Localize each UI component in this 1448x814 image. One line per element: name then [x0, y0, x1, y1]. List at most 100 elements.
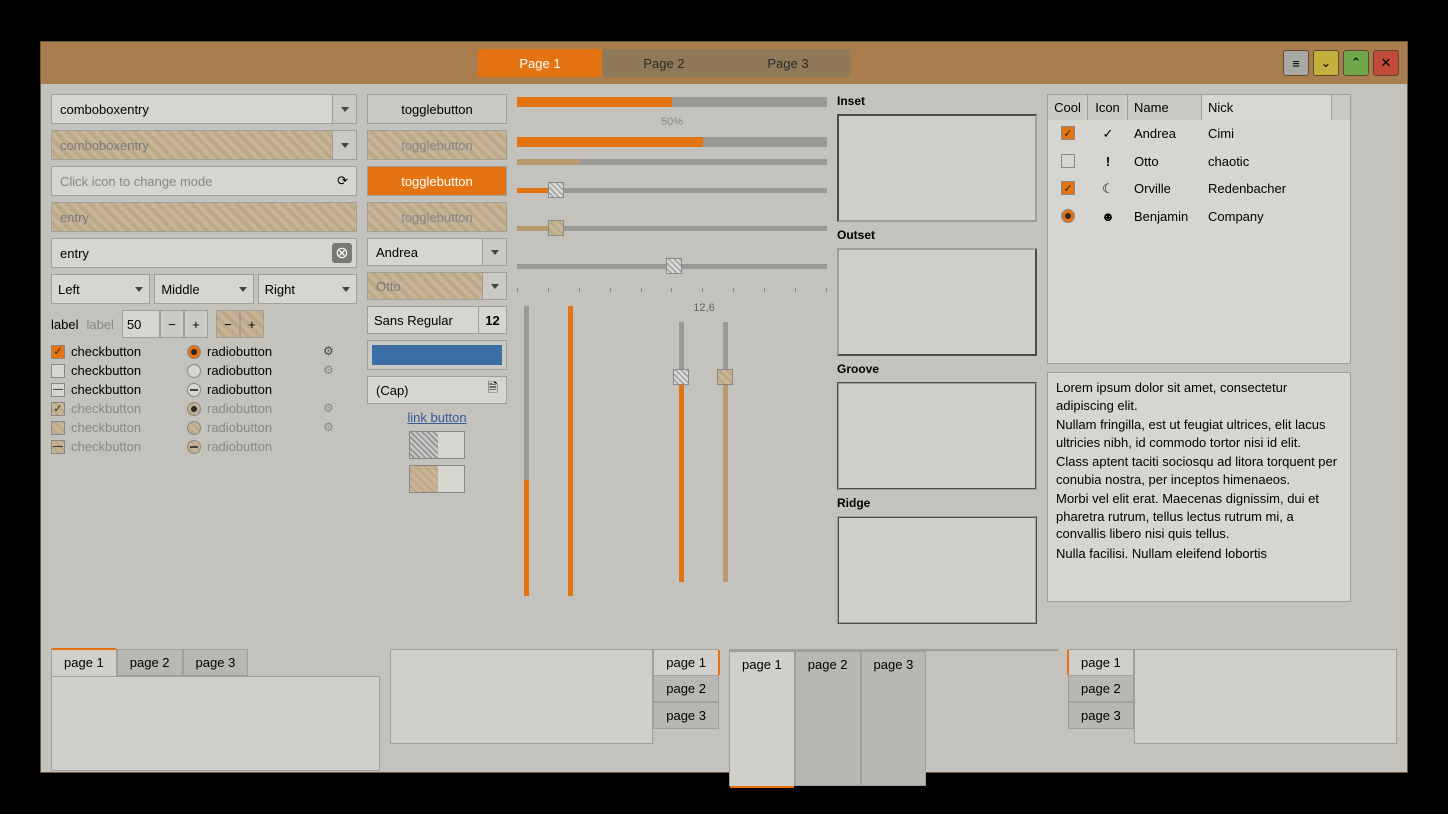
switch-off[interactable]	[409, 431, 465, 459]
column-nick[interactable]: Nick	[1202, 95, 1332, 120]
checkbutton-unchecked[interactable]: checkbutton	[51, 363, 181, 378]
vslider-1[interactable]	[517, 306, 537, 596]
table-row[interactable]: ☾ Orville Redenbacher	[1048, 175, 1350, 203]
dropdown-arrow-icon[interactable]	[482, 239, 506, 265]
combobox-andrea[interactable]: Andrea	[367, 238, 507, 266]
segment-middle[interactable]: Middle	[154, 274, 253, 304]
minimize-button[interactable]: ⌄	[1313, 50, 1339, 76]
main-window: Page 1 Page 2 Page 3 ≡ ⌄ ⌃ ✕ comboboxent…	[40, 41, 1408, 773]
table-row[interactable]: ☻ Benjamin Company	[1048, 203, 1350, 230]
entry-clearable[interactable]: entry ⊗	[51, 238, 357, 268]
table-header: Cool Icon Name Nick	[1048, 95, 1350, 120]
chevron-down-icon	[135, 287, 143, 292]
text-view[interactable]: Lorem ipsum dolor sit amet, consectetur …	[1047, 372, 1351, 602]
scale-value-label: 12,6	[684, 302, 724, 314]
close-button[interactable]: ✕	[1373, 50, 1399, 76]
combobox-entry-1[interactable]: comboboxentry	[51, 94, 357, 124]
table-row[interactable]: ! Otto chaotic	[1048, 148, 1350, 175]
checkbutton-mixed[interactable]: checkbutton	[51, 382, 181, 397]
hamburger-icon: ≡	[1292, 56, 1300, 71]
font-selector[interactable]: Sans Regular 12	[367, 306, 507, 334]
slider-horizontal-1[interactable]	[517, 180, 827, 200]
nb-tab-3[interactable]: page 3	[183, 649, 249, 676]
table-row[interactable]: ✓ Andrea Cimi	[1048, 120, 1350, 148]
nb-tab-2[interactable]: page 2	[1068, 675, 1134, 702]
radiobutton-disabled: radiobutton	[187, 420, 317, 435]
nb-tab-1[interactable]: page 1	[729, 651, 795, 786]
link-button[interactable]: link button	[367, 410, 507, 425]
mode-placeholder: Click icon to change mode	[60, 174, 212, 189]
cell-name: Andrea	[1128, 124, 1202, 144]
togglebutton-normal[interactable]: togglebutton	[367, 94, 507, 124]
color-button[interactable]	[367, 340, 507, 370]
vertical-sliders-left	[517, 306, 581, 596]
togglebutton-active-disabled: togglebutton	[367, 202, 507, 232]
column-entries: comboboxentry comboboxentry Click icon t…	[51, 94, 357, 639]
maximize-button[interactable]: ⌃	[1343, 50, 1369, 76]
row-check-icon[interactable]	[1061, 181, 1075, 195]
label-disabled: label	[86, 317, 113, 332]
segment-right[interactable]: Right	[258, 274, 357, 304]
spin-plus[interactable]: +	[184, 310, 208, 338]
segment-left[interactable]: Left	[51, 274, 150, 304]
frame-inset	[837, 114, 1037, 222]
nb-tab-1[interactable]: page 1	[1068, 649, 1134, 675]
nb-tab-3[interactable]: page 3	[1068, 702, 1134, 729]
chevron-down-icon	[342, 287, 350, 292]
treeview[interactable]: Cool Icon Name Nick ✓ Andrea Cimi ! Otto…	[1047, 94, 1351, 364]
file-chooser[interactable]: (Cap) 🗎	[367, 376, 507, 404]
gear-icon[interactable]: ⚙	[323, 344, 343, 359]
radiobutton-mixed[interactable]: radiobutton	[187, 382, 317, 397]
chevron-down-icon	[239, 287, 247, 292]
vslider-2[interactable]	[561, 306, 581, 596]
column-frames: Inset Outset Groove Ridge	[837, 94, 1037, 639]
nb-tab-1[interactable]: page 1	[51, 649, 117, 676]
entry-value: entry	[60, 210, 89, 225]
dropdown-arrow-icon[interactable]	[332, 95, 356, 123]
radiobutton-checked[interactable]: radiobutton	[187, 344, 317, 359]
spin-minus[interactable]: −	[160, 310, 184, 338]
vertical-sliders-right	[581, 322, 827, 582]
column-icon[interactable]: Icon	[1088, 95, 1128, 120]
togglebutton-disabled: togglebutton	[367, 130, 507, 160]
chevron-down-icon: ⌄	[1321, 55, 1332, 71]
check-radio-grid: checkbutton radiobutton ⚙ checkbutton ra…	[51, 344, 357, 454]
refresh-icon[interactable]: ⟳	[337, 173, 348, 189]
progressbar-1	[517, 97, 827, 107]
menu-button[interactable]: ≡	[1283, 50, 1309, 76]
nb-tab-2[interactable]: page 2	[795, 651, 861, 786]
clear-icon[interactable]: ⊗	[332, 243, 352, 263]
column-name[interactable]: Name	[1128, 95, 1202, 120]
nb-tab-2[interactable]: page 2	[653, 675, 719, 702]
cell-name: Otto	[1128, 152, 1202, 171]
gear-icon-disabled: ⚙	[323, 363, 343, 378]
slider-with-ticks[interactable]	[517, 256, 827, 276]
nb-tab-2[interactable]: page 2	[117, 649, 183, 676]
notebook-bottom-tabs: page 1 page 2 page 3	[729, 649, 1058, 774]
spin-input[interactable]	[122, 310, 160, 338]
header-tab-1[interactable]: Page 1	[478, 49, 602, 77]
vslider-3[interactable]	[672, 322, 692, 582]
column-cool[interactable]: Cool	[1048, 95, 1088, 120]
nb-tab-1[interactable]: page 1	[653, 649, 719, 675]
row-check-icon[interactable]	[1061, 154, 1075, 168]
nb-tab-3[interactable]: page 3	[653, 702, 719, 729]
checkbutton-checked[interactable]: checkbutton	[51, 344, 181, 359]
cell-nick: Cimi	[1202, 124, 1332, 144]
header-tab-3[interactable]: Page 3	[726, 49, 850, 77]
frame-label-groove: Groove	[837, 362, 1037, 376]
nb-tab-3[interactable]: page 3	[861, 651, 927, 786]
gear-icon-disabled: ⚙	[323, 401, 343, 416]
combobox-entry-disabled: comboboxentry	[51, 130, 357, 160]
titlebar: Page 1 Page 2 Page 3 ≡ ⌄ ⌃ ✕	[41, 42, 1407, 84]
dropdown-arrow-icon	[332, 131, 356, 159]
header-tab-2[interactable]: Page 2	[602, 49, 726, 77]
row-check-icon[interactable]	[1061, 126, 1075, 140]
lorem-line: Nullam fringilla, est ut feugiat ultrice…	[1056, 416, 1342, 451]
togglebutton-active[interactable]: togglebutton	[367, 166, 507, 196]
file-label: (Cap)	[376, 383, 409, 398]
radiobutton-unchecked[interactable]: radiobutton	[187, 363, 317, 378]
spinbutton[interactable]: − +	[122, 310, 208, 338]
row-radio-icon[interactable]	[1061, 209, 1075, 223]
mode-entry[interactable]: Click icon to change mode ⟳	[51, 166, 357, 196]
